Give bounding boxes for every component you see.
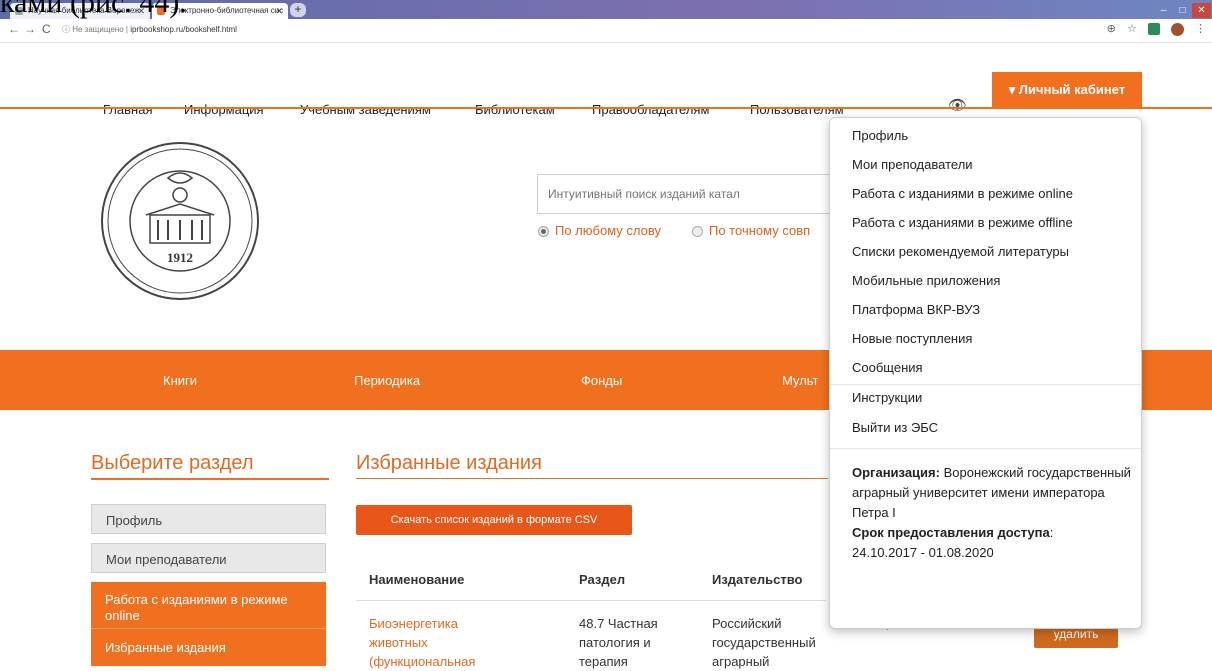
band-item-collections[interactable]: Фонды bbox=[581, 373, 622, 388]
security-label: Не защищено bbox=[72, 25, 124, 34]
sidebar-item-online-active[interactable]: Работа с изданиями в режиме online Избра… bbox=[91, 582, 326, 666]
radio-exact-phrase[interactable]: По точному совп bbox=[692, 223, 810, 238]
sidebar-item-profile[interactable]: Профиль bbox=[91, 504, 326, 534]
menu-item-vkr-platform[interactable]: Платформа ВКР-ВУЗ bbox=[852, 302, 980, 317]
sidebar-title-underline bbox=[91, 478, 329, 480]
table-header-divider bbox=[356, 600, 826, 601]
reload-icon[interactable]: C bbox=[42, 22, 51, 36]
book-section: 48.7 Частная патология и терапия bbox=[579, 616, 658, 669]
sidebar-title: Выберите раздел bbox=[91, 452, 254, 474]
menu-divider bbox=[830, 384, 1141, 385]
url-field[interactable]: ⓘ Не защищено | iprbookshop.ru/bookshelf… bbox=[62, 24, 237, 35]
document-caption: ками (рис. 44). bbox=[0, 0, 187, 19]
sidebar-active-label: Работа с изданиями в режиме online bbox=[105, 592, 288, 623]
org-label: Организация: bbox=[852, 465, 940, 480]
nav-item-rightsholders[interactable]: Правообладателям bbox=[592, 102, 709, 117]
radio-any-word[interactable]: По любому слову bbox=[538, 223, 661, 238]
menu-item-mobile-apps[interactable]: Мобильные приложения bbox=[852, 273, 1000, 288]
catalog-search-input[interactable] bbox=[537, 174, 837, 214]
menu-item-profile[interactable]: Профиль bbox=[852, 128, 908, 143]
access-period: 24.10.2017 - 01.08.2020 bbox=[852, 545, 994, 560]
new-tab-button[interactable]: + bbox=[290, 3, 306, 17]
menu-divider bbox=[830, 448, 1141, 449]
maximize-button[interactable]: □ bbox=[1173, 3, 1192, 18]
column-header-section[interactable]: Раздел bbox=[579, 572, 625, 587]
menu-item-online[interactable]: Работа с изданиями в режиме online bbox=[852, 186, 1073, 201]
avatar[interactable] bbox=[1170, 22, 1184, 36]
personal-cabinet-button[interactable]: ▾ Личный кабинет bbox=[992, 72, 1142, 107]
menu-item-teachers[interactable]: Мои преподаватели bbox=[852, 157, 973, 172]
nav-item-home[interactable]: Главная bbox=[103, 102, 152, 117]
zoom-icon[interactable]: ⊕ bbox=[1107, 22, 1116, 35]
menu-item-messages[interactable]: Сообщения bbox=[852, 360, 923, 375]
column-header-name[interactable]: Наименование bbox=[369, 572, 464, 587]
access-label: Срок предоставления доступа bbox=[852, 525, 1050, 540]
radio-label: По любому слову bbox=[555, 223, 661, 238]
divider bbox=[91, 628, 326, 629]
close-tab-icon[interactable]: ✕ bbox=[275, 3, 283, 19]
back-icon[interactable]: ← bbox=[8, 22, 20, 36]
radio-empty-icon bbox=[692, 226, 703, 238]
tab-title: Электронно-библиотечная сис bbox=[170, 6, 284, 15]
book-title-link[interactable]: Биоэнергетика животных (функциональная bbox=[369, 614, 499, 671]
band-item-books[interactable]: Книги bbox=[163, 373, 197, 388]
download-csv-button[interactable]: Скачать список изданий в формате CSV bbox=[356, 505, 632, 535]
address-bar: ← → C ⓘ Не защищено | iprbookshop.ru/boo… bbox=[0, 19, 1212, 43]
extension-icon[interactable] bbox=[1147, 23, 1160, 36]
nav-item-institutions[interactable]: Учебным заведениям bbox=[300, 102, 431, 117]
menu-item-logout[interactable]: Выйти из ЭБС bbox=[852, 420, 938, 435]
menu-item-instructions[interactable]: Инструкции bbox=[852, 390, 922, 405]
sidebar-item-teachers[interactable]: Мои преподаватели bbox=[91, 543, 326, 573]
sidebar-subitem-favorites[interactable]: Избранные издания bbox=[105, 640, 226, 655]
nav-divider bbox=[0, 107, 1212, 109]
close-window-button[interactable]: ✕ bbox=[1192, 3, 1211, 18]
page-title: Избранные издания bbox=[356, 452, 542, 474]
organization-info: Организация: Воронежский государственный… bbox=[852, 465, 1131, 560]
nav-item-info[interactable]: Информация bbox=[184, 102, 264, 117]
radio-selected-icon bbox=[538, 226, 549, 238]
nav-item-libraries[interactable]: Библиотекам bbox=[475, 102, 555, 117]
svg-text:1912: 1912 bbox=[167, 250, 193, 265]
menu-icon[interactable]: ⋮ bbox=[1195, 22, 1206, 35]
accessibility-eye-icon[interactable]: 👁 bbox=[948, 96, 967, 114]
radio-label: По точному совп bbox=[709, 223, 811, 238]
nav-item-users[interactable]: Пользователям bbox=[750, 102, 844, 117]
minimize-button[interactable]: – bbox=[1154, 3, 1173, 18]
university-seal-logo: 1912 bbox=[101, 142, 259, 300]
extension-icons: ⊕ ☆ ⋮ bbox=[1099, 22, 1206, 36]
menu-item-reading-lists[interactable]: Списки рекомендуемой литературы bbox=[852, 244, 1069, 259]
column-header-publisher[interactable]: Издательство bbox=[712, 572, 803, 587]
menu-item-offline[interactable]: Работа с изданиями в режиме offline bbox=[852, 215, 1073, 230]
title-underline bbox=[356, 478, 828, 479]
band-item-periodicals[interactable]: Периодика bbox=[354, 373, 420, 388]
star-icon[interactable]: ☆ bbox=[1127, 22, 1137, 35]
band-item-multimedia[interactable]: Мульт bbox=[782, 373, 819, 388]
menu-item-new-arrivals[interactable]: Новые поступления bbox=[852, 331, 972, 346]
personal-cabinet-dropdown: Профиль Мои преподаватели Работа с издан… bbox=[829, 117, 1142, 629]
window-controls: – □ ✕ bbox=[1154, 0, 1212, 19]
forward-icon[interactable]: → bbox=[24, 22, 36, 36]
url-text: iprbookshop.ru/bookshelf.html bbox=[130, 25, 237, 34]
